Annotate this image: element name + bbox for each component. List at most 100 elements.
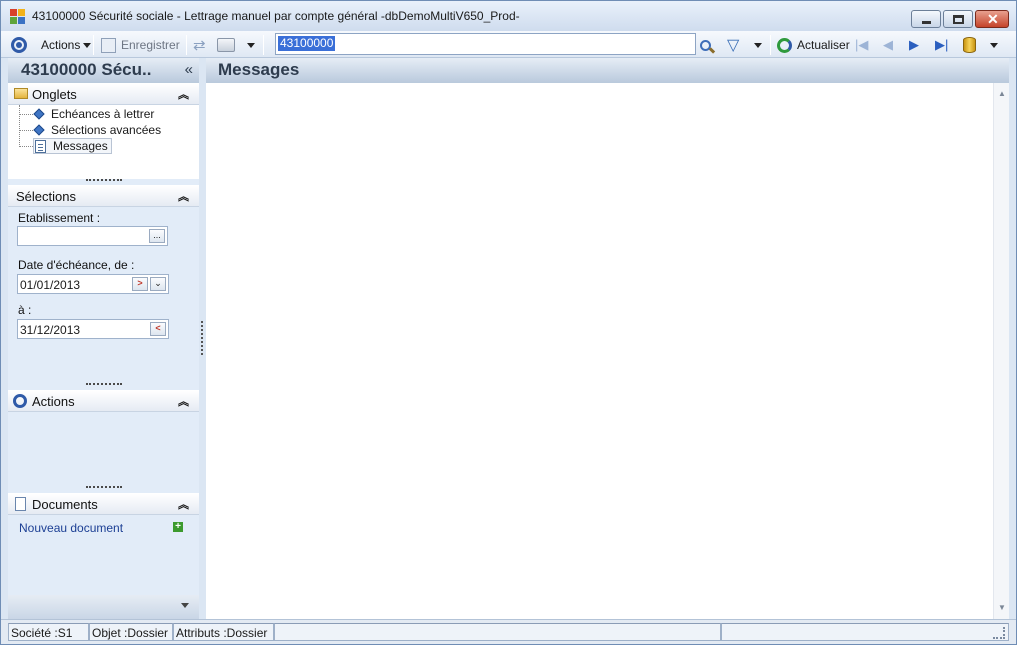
minimize-icon [922,21,931,24]
actions-menu-button[interactable]: Actions [41,35,92,55]
status-empty-cell [721,623,1009,641]
filter-dropdown[interactable] [754,35,762,55]
save-icon [101,37,116,53]
title-bar[interactable]: 43100000 Sécurité sociale - Lettrage man… [1,1,1016,31]
database-icon[interactable] [963,35,976,55]
section-resize-grip[interactable] [86,486,122,489]
documents-section-body: Nouveau document + [8,515,199,595]
refresh-label: Actualiser [797,38,850,52]
calendar-next-icon[interactable]: > [132,277,148,291]
chevron-down-icon [247,42,255,48]
maximize-button[interactable] [943,10,973,28]
actions-section-title: Actions [32,394,75,409]
actions-section-header[interactable]: Actions ︽ [8,390,199,412]
panel-scroll-bottom[interactable] [8,595,199,619]
calendar-previous-icon[interactable]: < [150,322,166,336]
application-window: 43100000 Sécurité sociale - Lettrage man… [0,0,1017,645]
folder-icon [14,88,28,99]
toolbar: Actions Enregistrer ⇄ 43100000 ▽ Actuali… [1,31,1016,58]
date-to-value: 31/12/2013 [20,323,81,337]
chevron-down-icon [181,603,189,608]
tab-messages[interactable]: Messages [33,138,112,154]
database-dropdown[interactable] [990,35,998,55]
chevron-down-icon [990,42,998,48]
section-resize-grip[interactable] [86,383,122,386]
selections-section-title: Sélections [16,189,76,204]
status-attributes: Attributs :Dossier [173,623,274,641]
diamond-icon [33,108,45,120]
close-button[interactable]: ✕ [975,10,1009,28]
last-record-icon[interactable]: ▶| [935,35,948,55]
left-panel-title-text: 43100000 Sécu.. [21,60,152,79]
close-icon: ✕ [987,11,999,27]
tabs-section-title: Onglets [32,87,77,102]
maximize-icon [953,15,964,24]
printer-icon [217,38,235,52]
minimize-button[interactable] [911,10,941,28]
status-empty-cell [274,623,721,641]
section-resize-grip[interactable] [86,179,122,182]
selections-section-header[interactable]: Sélections ︽ [8,185,199,207]
diamond-icon [33,124,45,136]
first-record-icon[interactable]: |◀ [855,35,868,55]
chevron-down-icon [754,42,762,48]
tab-selections-avancees[interactable]: Sélections avancées [33,122,162,138]
left-panel: 43100000 Sécu.. « Onglets ︽ Echéances à … [8,58,199,619]
document-icon [15,497,26,511]
refresh-button[interactable]: Actualiser [777,35,850,55]
save-label: Enregistrer [121,38,180,52]
date-from-field[interactable]: 01/01/2013 > ⌄ [17,274,169,294]
add-document-icon[interactable]: + [173,522,183,532]
tabs-section-body: Echéances à lettrer Sélections avancées … [8,105,199,179]
actions-ring-icon[interactable] [11,35,27,55]
collapse-panel-button[interactable]: « [185,61,193,78]
window-title: 43100000 Sécurité sociale - Lettrage man… [32,9,520,23]
chevron-up-icon[interactable]: ︽ [178,496,189,512]
documents-section-title: Documents [32,497,98,512]
next-record-icon[interactable]: ▶ [909,35,919,55]
search-button[interactable] [700,35,716,55]
chevron-down-icon [83,42,92,48]
search-input-value: 43100000 [278,36,336,51]
vertical-scrollbar[interactable]: ▲ ▼ [993,83,1009,619]
sync-icon[interactable]: ⇄ [193,35,206,55]
date-to-label: à : [18,303,32,317]
messages-content-area[interactable] [206,83,993,619]
page-title: Messages [206,58,1009,83]
app-icon [10,9,26,25]
print-button[interactable] [217,35,235,55]
tab-echeances-a-lettrer[interactable]: Echéances à lettrer [33,106,154,122]
refresh-icon [777,37,792,53]
previous-record-icon[interactable]: ◀ [883,35,893,55]
browse-button[interactable]: ... [149,229,165,243]
status-object: Objet :Dossier [89,623,173,641]
save-button[interactable]: Enregistrer [101,35,180,55]
selections-section-body: Etablissement : ... Date d'échéance, de … [8,207,199,382]
tab-label: Messages [53,139,108,153]
search-input[interactable]: 43100000 [275,33,696,55]
chevron-up-icon[interactable]: ︽ [178,86,189,102]
print-dropdown[interactable] [247,35,255,55]
chevron-up-icon[interactable]: ︽ [178,188,189,204]
status-bar: Société :S1 Objet :Dossier Attributs :Do… [1,619,1016,644]
date-from-value: 01/01/2013 [20,278,81,292]
date-to-field[interactable]: 31/12/2013 < [17,319,169,339]
documents-section-header[interactable]: Documents ︽ [8,493,199,515]
chevron-up-icon[interactable]: ︽ [178,393,189,409]
scroll-down-icon[interactable]: ▼ [998,603,1006,612]
actions-menu-label: Actions [41,38,81,52]
tab-label: Sélections avancées [51,123,162,137]
etablissement-field[interactable]: ... [17,226,168,246]
etablissement-label: Etablissement : [18,211,101,225]
status-company: Société :S1 [8,623,89,641]
tabs-section-header[interactable]: Onglets ︽ [8,83,199,105]
panel-splitter[interactable] [201,321,203,355]
date-from-label: Date d'échéance, de : [18,258,135,272]
actions-section-body [8,412,199,486]
filter-icon[interactable]: ▽ [727,35,739,55]
chevron-down-icon[interactable]: ⌄ [150,277,166,291]
new-document-link[interactable]: Nouveau document [19,521,123,535]
document-icon [35,139,46,153]
scroll-up-icon[interactable]: ▲ [998,89,1006,98]
resize-grip-icon[interactable] [993,627,1005,639]
